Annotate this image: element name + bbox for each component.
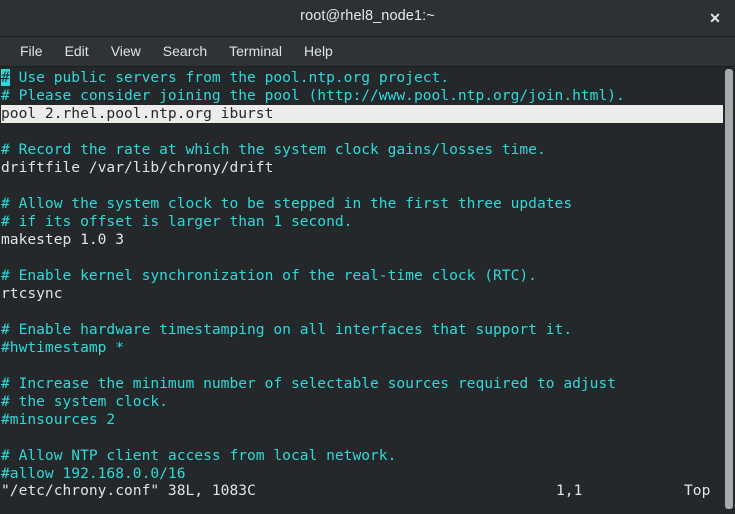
status-file-info: "/etc/chrony.conf" 38L, 1083C	[1, 482, 256, 499]
terminal-screen[interactable]: # Use public servers from the pool.ntp.o…	[0, 67, 723, 514]
terminal-line: # Please consider joining the pool (http…	[1, 87, 625, 104]
terminal-line: # Allow NTP client access from local net…	[1, 447, 397, 464]
terminal-line: # Increase the minimum number of selecta…	[1, 375, 617, 392]
terminal-line: driftfile /var/lib/chrony/drift	[1, 159, 274, 176]
terminal-line: #allow 192.168.0.0/16	[1, 465, 186, 482]
status-cursor-position: 1,1	[556, 482, 583, 499]
vim-status-line: "/etc/chrony.conf" 38L, 1083C 1,1 Top	[0, 482, 723, 500]
terminal-line: # Allow the system clock to be stepped i…	[1, 195, 573, 212]
terminal-line: #minsources 2	[1, 411, 116, 428]
menu-item-help[interactable]: Help	[295, 40, 342, 63]
terminal-line: # Use public servers from the pool.ntp.o…	[1, 69, 723, 87]
scrollbar-thumb[interactable]	[725, 69, 733, 509]
terminal-line: # Enable kernel synchronization of the r…	[1, 267, 537, 284]
terminal-body[interactable]: # Use public servers from the pool.ntp.o…	[0, 67, 735, 514]
terminal-line: # Enable hardware timestamping on all in…	[1, 321, 573, 338]
terminal-line-highlighted: pool 2.rhel.pool.ntp.org iburst	[1, 105, 723, 123]
terminal-line: # if its offset is larger than 1 second.	[1, 213, 353, 230]
menu-bar: File Edit View Search Terminal Help	[0, 37, 735, 67]
terminal-line: # Record the rate at which the system cl…	[1, 141, 546, 158]
text-cursor: #	[1, 69, 10, 86]
status-scroll-indicator: Top	[684, 482, 711, 499]
terminal-line: #hwtimestamp *	[1, 339, 125, 356]
vertical-scrollbar[interactable]	[723, 67, 735, 514]
terminal-line-text: Use public servers from the pool.ntp.org…	[9, 69, 450, 86]
terminal-window: root@rhel8_node1:~ ✕ File Edit View Search T…	[0, 0, 735, 514]
menu-item-edit[interactable]: Edit	[56, 40, 98, 63]
title-bar: root@rhel8_node1:~ ✕	[0, 0, 735, 37]
window-title: root@rhel8_node1:~	[300, 8, 435, 24]
menu-item-search[interactable]: Search	[154, 40, 216, 63]
terminal-line: makestep 1.0 3	[1, 231, 125, 248]
close-icon[interactable]: ✕	[703, 6, 727, 30]
terminal-bottom-gutter	[0, 500, 735, 514]
menu-item-view[interactable]: View	[102, 40, 150, 63]
menu-item-terminal[interactable]: Terminal	[220, 40, 291, 63]
menu-item-file[interactable]: File	[11, 40, 52, 63]
terminal-line: # the system clock.	[1, 393, 168, 410]
terminal-line: rtcsync	[1, 285, 63, 302]
